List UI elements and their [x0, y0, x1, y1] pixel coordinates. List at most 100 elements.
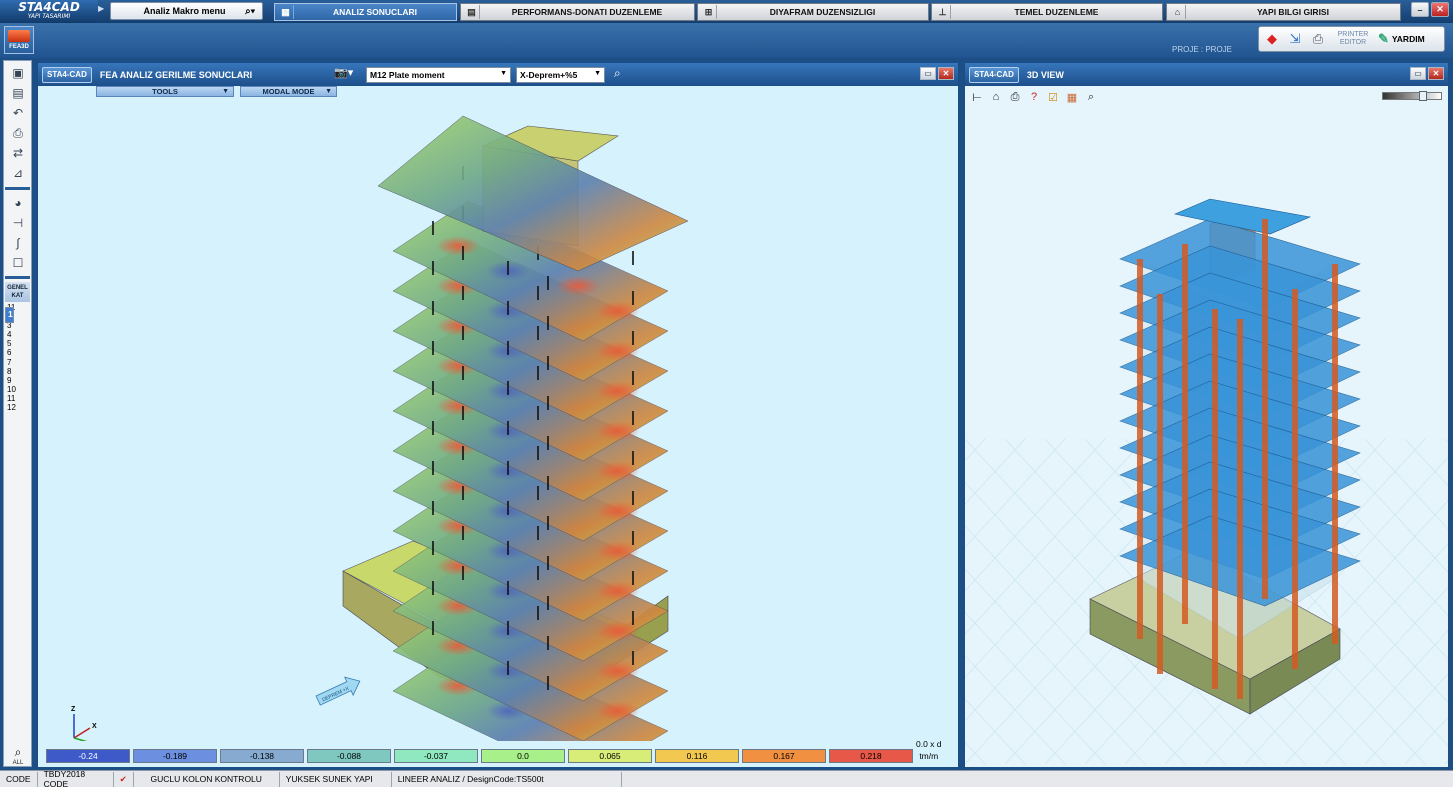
zoom-all-button[interactable]: ⌕ ALL [7, 745, 29, 767]
status-design-code[interactable]: TBDY2018 CODE [38, 769, 114, 787]
printer-preview-icon[interactable]: ⎙ [1308, 29, 1328, 49]
genel-kat-button[interactable]: GENEL KAT [5, 282, 30, 302]
tab-analiz-sonuclari[interactable]: ▦ ANALIZ SONUCLARI [274, 3, 457, 21]
grid-line [1364, 673, 1448, 764]
grid-line [965, 438, 986, 462]
3d-column [1182, 244, 1188, 624]
fea-contour-view[interactable]: DEPREM +X Z X Y [38, 86, 958, 741]
grid-line [965, 741, 986, 764]
fea3d-button[interactable]: FEA3D [4, 26, 34, 54]
tab-performans-donati[interactable]: ▤ PERFORMANS-DONATI DUZENLEME [460, 3, 695, 21]
3d-model-view[interactable] [965, 109, 1448, 764]
fea3d-label: FEA3D [9, 44, 29, 50]
floor-item[interactable]: 7 [5, 358, 30, 367]
printer-editor-button[interactable]: PRINTER EDITOR [1331, 31, 1375, 47]
zoom-search-icon[interactable]: ⌕ [614, 66, 621, 81]
floor-item[interactable]: 1 [5, 307, 14, 323]
close-icon[interactable]: ✕ [1431, 2, 1449, 17]
floor-item[interactable]: 4 [5, 330, 30, 339]
fea-panel-header: STA4-CAD FEA ANALIZ GERILME SONUCLARI 📷▾… [38, 63, 958, 86]
result-type-select[interactable]: M12 Plate moment ▼ [366, 67, 511, 83]
tab-yapi-bilgi[interactable]: ⌂ YAPI BILGI GIRISI [1166, 3, 1401, 21]
beam-section-icon[interactable]: ⊣ [8, 214, 28, 232]
fea3d-icon [8, 30, 30, 42]
3d-column [1332, 264, 1338, 644]
macro-menu-label: Analiz Makro menu [143, 6, 226, 16]
floor-item[interactable]: 12 [5, 403, 30, 412]
fea-panel-title: FEA ANALIZ GERILME SONUCLARI [99, 69, 253, 80]
search-dropdown-icon[interactable]: ⌕▾ [238, 6, 262, 17]
units-unit: tm/m [919, 751, 939, 761]
status-code: CODE [0, 771, 38, 787]
floor-item[interactable]: 9 [5, 376, 30, 385]
floor-item[interactable]: 5 [5, 339, 30, 348]
undo-icon[interactable]: ↶ [8, 104, 28, 122]
legend-box: -0.037 [394, 749, 478, 763]
frame-refresh-icon[interactable]: ⇄ [8, 144, 28, 162]
help-button[interactable]: ✎ YARDIM [1378, 31, 1425, 47]
transform-tool-icon[interactable]: ⇲ [1285, 29, 1305, 49]
help-query-icon[interactable]: ? [1026, 89, 1042, 105]
curve-icon[interactable]: ∫ [8, 234, 28, 252]
status-yuksek-sunek[interactable]: YUKSEK SUNEK YAPI [280, 771, 392, 787]
floor-item[interactable]: 10 [5, 385, 30, 394]
toolbar-separator [5, 276, 30, 279]
zoom-icon[interactable]: ⌕ [1083, 89, 1099, 105]
frame-icon[interactable]: ⊢ [969, 89, 985, 105]
ribbon-tool-group: ◆ ⇲ ⎙ PRINTER EDITOR ✎ YARDIM [1258, 26, 1445, 52]
3d-column [1292, 289, 1298, 669]
floor-item[interactable]: 8 [5, 367, 30, 376]
zoom-all-label: ALL [12, 760, 24, 766]
print-icon[interactable]: ⎙ [1007, 89, 1023, 105]
transparency-slider[interactable] [1382, 91, 1442, 101]
minimize-icon[interactable]: – [1411, 2, 1429, 17]
tab-label: DIYAFRAM DUZENSIZLIGI [769, 7, 876, 17]
report-icon[interactable]: ▤ [8, 84, 28, 102]
slider-knob[interactable] [1419, 91, 1427, 101]
diamond-tool-icon[interactable]: ◆ [1262, 29, 1282, 49]
logo-title: STA4CAD [18, 0, 80, 14]
help-label: YARDIM [1391, 34, 1425, 44]
3d-column [1157, 294, 1163, 674]
panel-controls: ▭ ✕ [1410, 67, 1444, 80]
result-type-value: M12 Plate moment [370, 70, 445, 80]
building-view-icon[interactable]: ▣ [8, 64, 28, 82]
deprem-direction-arrow: DEPREM +X [315, 676, 361, 706]
results-icon: ▦ [278, 5, 294, 19]
legend-box: 0.0 [481, 749, 565, 763]
logo-menu-arrow-icon[interactable]: ▶ [98, 4, 104, 13]
legend-box: -0.24 [46, 749, 130, 763]
checklist-icon[interactable]: ☑ [1045, 89, 1061, 105]
restore-icon[interactable]: ▭ [920, 67, 936, 80]
close-icon[interactable]: ✕ [1428, 67, 1444, 80]
print-icon[interactable]: ⎙ [8, 124, 28, 142]
tab-diyafram[interactable]: ⊞ DIYAFRAM DUZENSIZLIGI [697, 3, 929, 21]
floor-item[interactable]: 11 [5, 394, 30, 403]
zoom-icon: ⌕ [14, 745, 22, 759]
floor-item[interactable]: 6 [5, 348, 30, 357]
3d-column [1137, 259, 1143, 639]
project-label: PROJE : PROJE [1172, 45, 1233, 54]
brick-icon[interactable]: ▦ [1064, 89, 1080, 105]
close-icon[interactable]: ✕ [938, 67, 954, 80]
app-logo: STA4CAD YAPI TASARIMI [0, 0, 98, 23]
left-toolbar: ▣ ▤ ↶ ⎙ ⇄ ⊿ ◕ ⊣ ∫ ☐ GENEL KAT 1112345678… [3, 60, 32, 767]
window-controls: – ✕ [1411, 2, 1449, 17]
tab-label: PERFORMANS-DONATI DUZENLEME [511, 7, 663, 17]
home-icon[interactable]: ⌂ [988, 89, 1004, 105]
tab-temel-duzenleme[interactable]: ⊥ TEMEL DUZENLEME [931, 3, 1163, 21]
legend-box: 0.116 [655, 749, 739, 763]
restore-icon[interactable]: ▭ [1410, 67, 1426, 80]
load-case-select[interactable]: X-Deprem+%5 ▼ [516, 67, 605, 83]
status-check-icon: ✔ [114, 771, 134, 787]
macro-menu-dropdown[interactable]: Analiz Makro menu ⌕▾ [110, 2, 263, 20]
status-guclu-kolon[interactable]: GUCLU KOLON KONTROLU [134, 771, 280, 787]
checkbox-toggle-icon[interactable]: ☐ [8, 254, 28, 272]
grid-line [1404, 716, 1448, 764]
pie-analysis-icon[interactable]: ◕ [8, 194, 28, 212]
graph-icon[interactable]: ⊿ [8, 164, 28, 182]
chevron-down-icon: ▼ [500, 70, 507, 77]
building-3d-model [1089, 198, 1361, 715]
panel-badge: STA4-CAD [42, 66, 92, 83]
camera-icon[interactable]: 📷▾ [334, 66, 353, 79]
